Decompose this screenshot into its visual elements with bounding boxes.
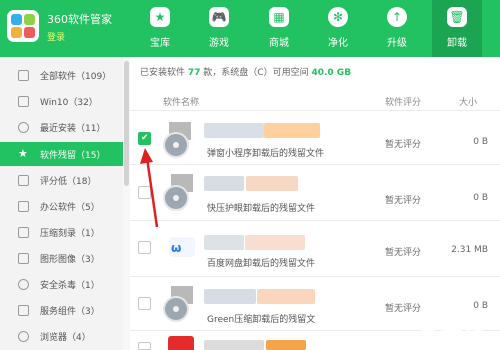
watermark-text: 神奇下载	[440, 325, 484, 338]
watermark-logo	[421, 323, 435, 337]
annotation-arrow	[140, 148, 159, 228]
